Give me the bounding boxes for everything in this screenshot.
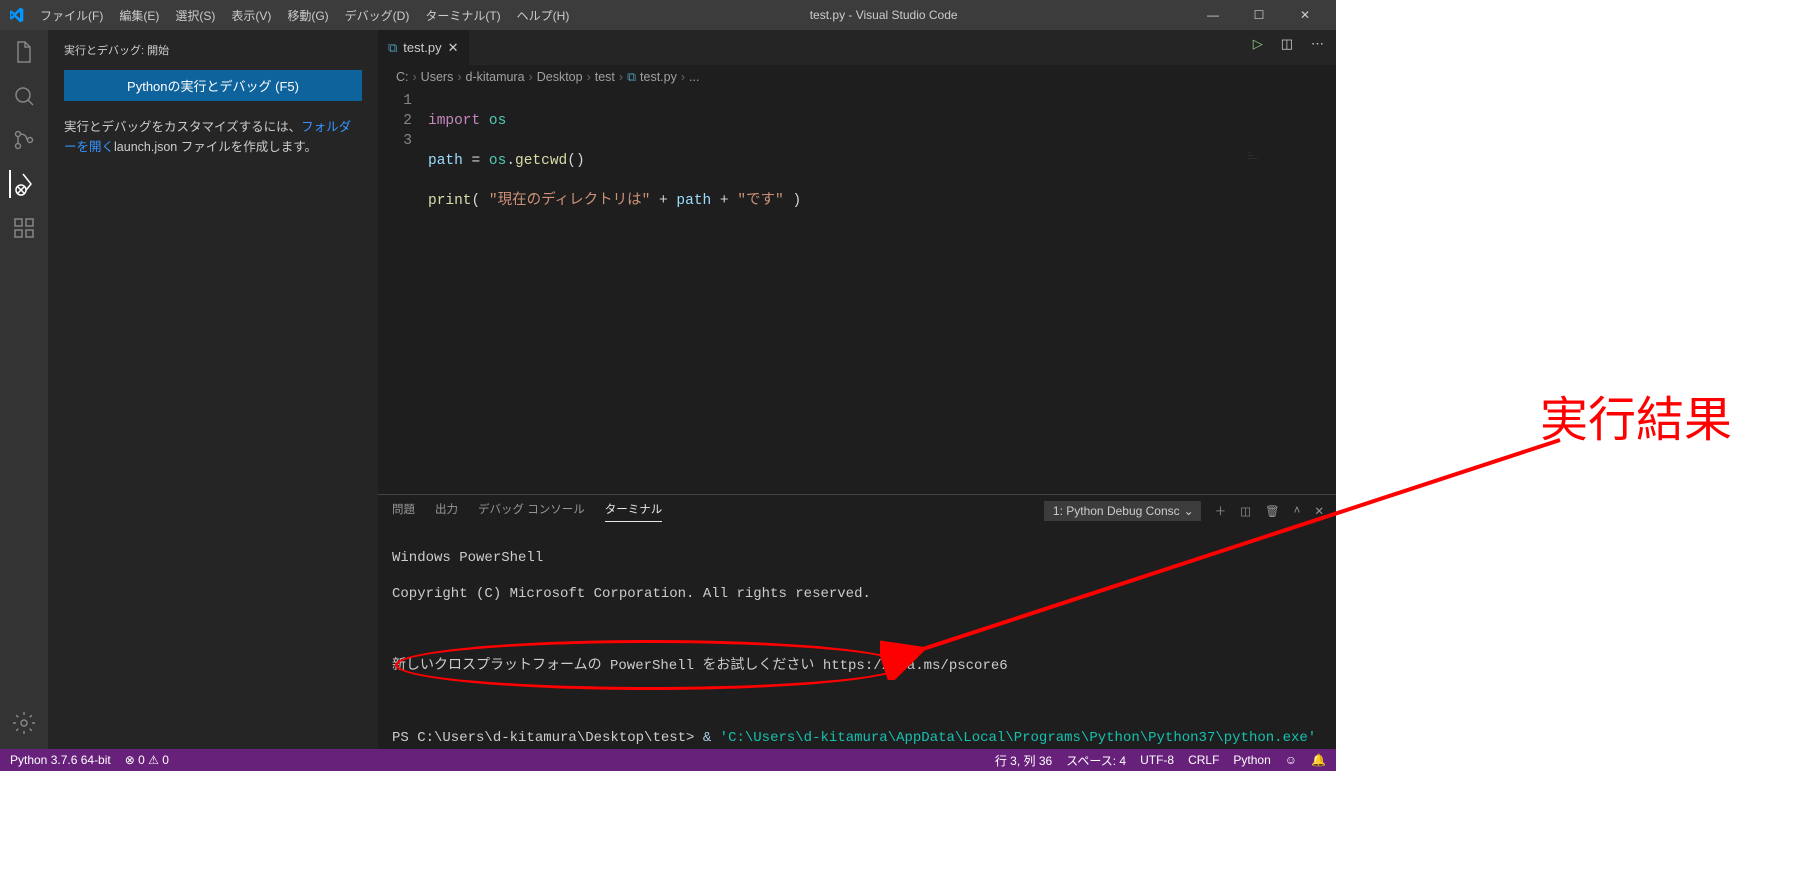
window-controls: — ☐ ✕ [1190, 8, 1328, 22]
code-lines[interactable]: import os path = os.getcwd() print( "現在の… [428, 91, 1336, 494]
panel-tab-debug-console[interactable]: デバッグ コンソール [478, 501, 585, 521]
menu-selection[interactable]: 選択(S) [167, 7, 223, 24]
tab-close-icon[interactable]: ✕ [448, 40, 459, 56]
activity-bar [0, 30, 48, 749]
minimap[interactable]: ▬▬▬▬▬▬▬▬▬▬▬▬▬▬▬▬ [1246, 149, 1336, 209]
status-ln-col[interactable]: 行 3, 列 36 [995, 752, 1052, 769]
annotation-label: 実行結果 [1540, 380, 1732, 450]
status-feedback-icon[interactable]: ☺ [1285, 753, 1297, 767]
split-terminal-icon[interactable]: ◫ [1240, 504, 1251, 518]
close-button[interactable]: ✕ [1282, 8, 1328, 22]
status-python-version[interactable]: Python 3.7.6 64-bit [10, 753, 111, 767]
run-icon[interactable]: ▷ [1253, 36, 1263, 52]
debug-help-text: 実行とデバッグをカスタマイズするには、フォルダーを開くlaunch.json フ… [64, 117, 362, 157]
python-file-icon: ⧉ [627, 70, 636, 85]
run-debug-button[interactable]: Pythonの実行とデバッグ (F5) [64, 70, 362, 101]
titlebar: ファイル(F) 編集(E) 選択(S) 表示(V) 移動(G) デバッグ(D) … [0, 0, 1336, 30]
status-eol[interactable]: CRLF [1188, 753, 1219, 767]
close-panel-icon[interactable]: ✕ [1314, 504, 1324, 518]
search-icon[interactable] [10, 82, 38, 110]
maximize-panel-icon[interactable]: ˄ [1294, 505, 1301, 517]
status-encoding[interactable]: UTF-8 [1140, 753, 1174, 767]
breadcrumbs[interactable]: C:› Users› d-kitamura› Desktop› test› ⧉ … [378, 65, 1336, 89]
debug-sidebar: 実行とデバッグ: 開始 Pythonの実行とデバッグ (F5) 実行とデバッグを… [48, 30, 378, 749]
editor-tabs: ⧉ test.py ✕ [378, 30, 1336, 65]
maximize-button[interactable]: ☐ [1236, 8, 1282, 22]
editor-actions: ▷ ◫ ⋯ [1253, 36, 1324, 52]
minimize-button[interactable]: — [1190, 8, 1236, 22]
menu-edit[interactable]: 編集(E) [111, 7, 167, 24]
tab-label: test.py [403, 40, 441, 55]
menu-go[interactable]: 移動(G) [279, 7, 336, 24]
menu-terminal[interactable]: ターミナル(T) [417, 7, 508, 24]
menu-bar: ファイル(F) 編集(E) 選択(S) 表示(V) 移動(G) デバッグ(D) … [32, 7, 577, 24]
menu-file[interactable]: ファイル(F) [32, 7, 111, 24]
status-language[interactable]: Python [1233, 753, 1270, 767]
settings-gear-icon[interactable] [10, 709, 38, 737]
status-bar: Python 3.7.6 64-bit ⊗ 0 ⚠ 0 行 3, 列 36 スペ… [0, 749, 1336, 771]
terminal-selector[interactable]: 1: Python Debug Consc [1044, 501, 1201, 521]
python-file-icon: ⧉ [388, 40, 397, 56]
menu-help[interactable]: ヘルプ(H) [509, 7, 578, 24]
line-gutter: 1 2 3 [378, 91, 428, 494]
menu-view[interactable]: 表示(V) [223, 7, 279, 24]
menu-debug[interactable]: デバッグ(D) [337, 7, 418, 24]
panel-tab-output[interactable]: 出力 [435, 501, 458, 521]
split-editor-icon[interactable]: ◫ [1281, 36, 1293, 52]
editor-area: ⧉ test.py ✕ ▷ ◫ ⋯ C:› Users› d-kitamura›… [378, 30, 1336, 749]
tab-test-py[interactable]: ⧉ test.py ✕ [378, 30, 469, 65]
vscode-window: ファイル(F) 編集(E) 選択(S) 表示(V) 移動(G) デバッグ(D) … [0, 0, 1336, 771]
status-indent[interactable]: スペース: 4 [1066, 752, 1126, 769]
panel-tab-problems[interactable]: 問題 [392, 501, 415, 521]
bottom-panel: 問題 出力 デバッグ コンソール ターミナル 1: Python Debug C… [378, 494, 1336, 749]
debug-icon[interactable] [9, 170, 37, 198]
vscode-logo-icon [8, 7, 24, 23]
window-title: test.py - Visual Studio Code [577, 8, 1190, 22]
panel-tab-terminal[interactable]: ターミナル [605, 501, 663, 522]
sidebar-section-title: 実行とデバッグ: 開始 [64, 38, 362, 70]
terminal[interactable]: Windows PowerShell Copyright (C) Microso… [378, 527, 1336, 749]
panel-tabs: 問題 出力 デバッグ コンソール ターミナル 1: Python Debug C… [378, 495, 1336, 527]
source-control-icon[interactable] [10, 126, 38, 154]
extensions-icon[interactable] [10, 214, 38, 242]
new-terminal-icon[interactable]: ＋ [1215, 503, 1227, 519]
more-actions-icon[interactable]: ⋯ [1311, 36, 1324, 52]
status-problems[interactable]: ⊗ 0 ⚠ 0 [125, 753, 169, 767]
status-bell-icon[interactable]: 🔔 [1311, 753, 1326, 767]
explorer-icon[interactable] [10, 38, 38, 66]
kill-terminal-icon[interactable]: 🗑 [1265, 504, 1280, 518]
code-editor[interactable]: 1 2 3 import os path = os.getcwd() print… [378, 89, 1336, 494]
